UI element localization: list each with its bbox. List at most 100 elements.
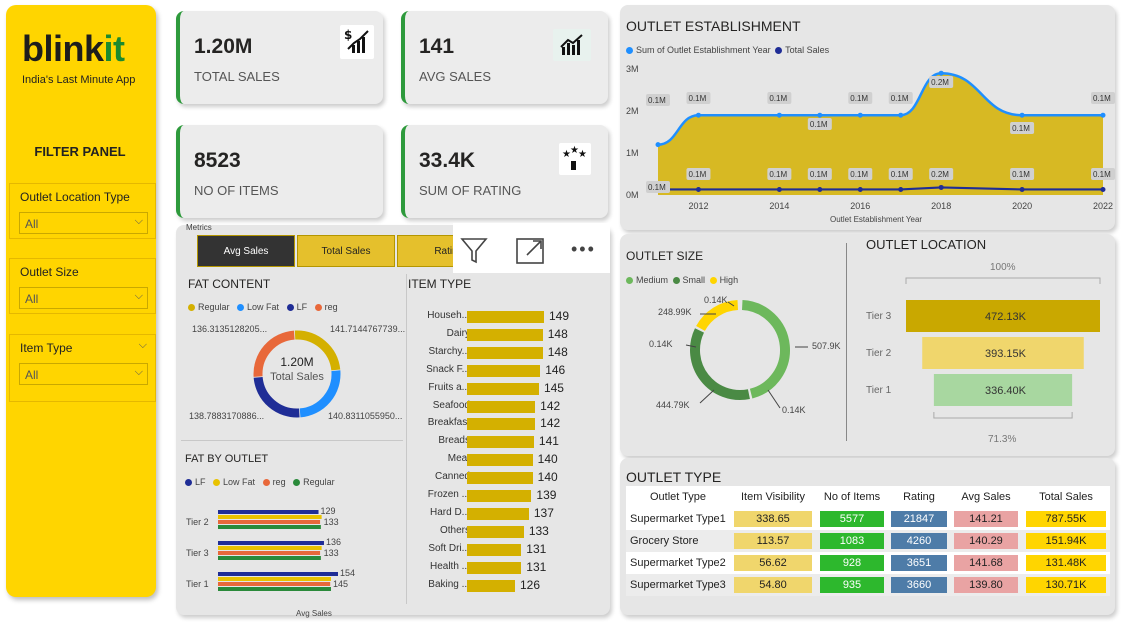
donut-slice-small bbox=[690, 328, 750, 400]
legend-swatch bbox=[213, 479, 221, 487]
table-cell: 54.80 bbox=[730, 574, 816, 596]
data-label: 0.1M bbox=[688, 170, 706, 179]
bar-growth-icon bbox=[553, 29, 591, 61]
x-tick-label: 2018 bbox=[931, 201, 951, 211]
item-type-bar bbox=[467, 579, 515, 592]
tab-avg-sales[interactable]: Avg Sales bbox=[197, 235, 295, 267]
table-cell: 4260 bbox=[888, 530, 950, 552]
item-type-row[interactable]: Baking ... 126 bbox=[410, 577, 580, 594]
item-type-value: 140 bbox=[537, 452, 558, 467]
item-type-row[interactable]: Breads 141 bbox=[410, 433, 580, 450]
item-type-row[interactable]: Seafood 142 bbox=[410, 398, 580, 415]
data-label: 0.1M bbox=[810, 170, 828, 179]
bar-segment bbox=[218, 551, 321, 555]
tagline: India's Last Minute App bbox=[22, 74, 136, 86]
col-header[interactable]: Total Sales bbox=[1022, 486, 1110, 508]
funnel-bottom-percent: 71.3% bbox=[988, 434, 1017, 445]
y-tick-label: 2M bbox=[626, 106, 639, 116]
item-type-bar bbox=[467, 507, 529, 520]
leader-line bbox=[699, 389, 715, 404]
item-type-label: Hard D... bbox=[429, 506, 470, 518]
item-type-label: Meat bbox=[447, 453, 470, 465]
table-row[interactable]: Grocery Store 113.57 1083 4260 140.29 151.94K bbox=[626, 530, 1110, 552]
item-type-bar bbox=[467, 561, 522, 574]
kpi-value: 141 bbox=[419, 35, 455, 58]
legend-label: Small bbox=[682, 275, 706, 285]
item-type-row[interactable]: Househ... 149 bbox=[410, 308, 580, 325]
filter-icon[interactable] bbox=[459, 235, 489, 270]
item-type-row[interactable]: Frozen ... 139 bbox=[410, 487, 580, 504]
dropdown-value: All bbox=[25, 217, 39, 231]
item-type-row[interactable]: Snack F... 146 bbox=[410, 362, 580, 379]
svg-text:★: ★ bbox=[578, 149, 587, 160]
kpi-avg-sales[interactable]: 141 AVG SALES bbox=[401, 11, 608, 104]
chevron-up-icon[interactable]: ⌵ bbox=[139, 339, 147, 352]
item-type-label: Breads bbox=[438, 435, 470, 447]
legend-item: Total Sales bbox=[775, 45, 829, 55]
table-row[interactable]: Supermarket Type2 56.62 928 3651 141.68 131.4… bbox=[626, 552, 1110, 574]
item-type-row[interactable]: Dairy 148 bbox=[410, 326, 580, 343]
item-type-row[interactable]: Meat 140 bbox=[410, 451, 580, 468]
legend-label: Total Sales bbox=[785, 45, 830, 55]
item-type-value: 148 bbox=[547, 326, 568, 341]
funnel-value: 336.40K bbox=[985, 385, 1027, 397]
table-cell: 140.29 bbox=[950, 530, 1022, 552]
kpi-no-of-items[interactable]: 8523 NO OF ITEMS bbox=[176, 125, 383, 218]
kpi-total-sales[interactable]: 1.20M TOTAL SALES $ bbox=[176, 11, 383, 104]
item-type-bar bbox=[467, 328, 543, 341]
item-type-row[interactable]: Canned 140 bbox=[410, 469, 580, 486]
legend-item: Medium bbox=[626, 275, 668, 285]
col-header[interactable]: No of Items bbox=[816, 486, 888, 508]
funnel-bracket-top bbox=[905, 277, 1101, 284]
funnel-value: 393.15K bbox=[985, 348, 1027, 360]
data-point bbox=[898, 112, 904, 118]
col-header[interactable]: Rating bbox=[888, 486, 950, 508]
data-point bbox=[857, 186, 863, 192]
data-point bbox=[776, 186, 782, 192]
outlet-size-dropdown[interactable]: All ⌵ bbox=[19, 287, 148, 309]
data-label: 0.1M bbox=[688, 94, 706, 103]
bar-segment bbox=[218, 572, 338, 576]
dropdown-value: All bbox=[25, 292, 39, 306]
item-type-row[interactable]: Hard D... 137 bbox=[410, 505, 580, 522]
item-type-bar bbox=[467, 311, 544, 323]
tab-total-sales[interactable]: Total Sales bbox=[297, 235, 395, 267]
kpi-sum-of-rating[interactable]: 33.4K SUM OF RATING ★ ★ ★ bbox=[401, 125, 608, 218]
col-header[interactable]: Outlet Type bbox=[626, 486, 730, 508]
x-axis-title: Outlet Establishment Year bbox=[830, 215, 922, 224]
item-type-row[interactable]: Soft Dri... 131 bbox=[410, 541, 580, 558]
item-type-row[interactable]: Fruits a... 145 bbox=[410, 380, 580, 397]
item-type-value: 145 bbox=[543, 380, 564, 395]
data-label: 0.14K bbox=[704, 295, 728, 305]
col-header[interactable]: Avg Sales bbox=[950, 486, 1022, 508]
legend-swatch bbox=[672, 277, 680, 285]
col-header[interactable]: Item Visibility bbox=[730, 486, 816, 508]
item-type-row[interactable]: Health ... 131 bbox=[410, 559, 580, 576]
more-options-icon[interactable]: ••• bbox=[571, 239, 596, 260]
table-row[interactable]: Supermarket Type3 54.80 935 3660 139.80 130.7… bbox=[626, 574, 1110, 596]
data-label: 0.1M bbox=[648, 183, 666, 192]
item-type-bar bbox=[467, 472, 533, 485]
item-type-dropdown[interactable]: All ⌵ bbox=[19, 363, 148, 385]
bar-segment bbox=[218, 541, 324, 545]
item-type-value: 146 bbox=[545, 362, 566, 377]
data-label: 0.1M bbox=[1093, 94, 1111, 103]
donut-slice-high bbox=[696, 300, 739, 332]
item-type-bar bbox=[467, 490, 532, 502]
outlet-location-funnel: 472.13K Tier 3 393.15K Tier 2 336.40K Tier 1 bbox=[866, 277, 1101, 419]
tier-label: Tier 2 bbox=[186, 517, 209, 527]
bar-segment bbox=[218, 577, 331, 581]
data-point bbox=[938, 184, 944, 190]
table-row[interactable]: Supermarket Type1 338.65 5577 21847 141.21 78… bbox=[626, 508, 1110, 530]
item-type-label: Dairy bbox=[446, 327, 470, 339]
table-cell: 141.68 bbox=[950, 552, 1022, 574]
legend-swatch bbox=[293, 479, 301, 487]
item-type-row[interactable]: Starchy... 148 bbox=[410, 344, 580, 361]
item-type-row[interactable]: Breakfast 142 bbox=[410, 415, 580, 432]
outlet-location-type-dropdown[interactable]: All ⌵ bbox=[19, 212, 148, 234]
focus-mode-icon[interactable] bbox=[515, 237, 545, 270]
fat-label-regular: 136.3135128205... bbox=[192, 324, 268, 334]
outlet-establishment-chart: 0M 1M 2M 3M 2012 2014 2016 2018 2020 2022 Outlet E… bbox=[626, 64, 1115, 224]
item-type-row[interactable]: Others 133 bbox=[410, 523, 580, 540]
data-point bbox=[695, 186, 701, 192]
